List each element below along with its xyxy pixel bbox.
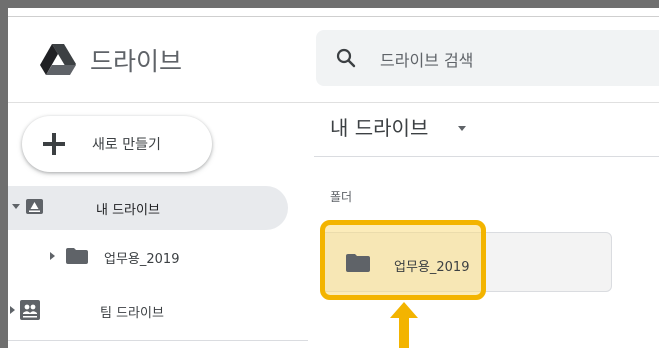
expand-caret-right-icon[interactable] (10, 306, 15, 314)
new-button[interactable]: 새로 만들기 (22, 116, 212, 172)
app-title: 드라이브 (90, 47, 183, 76)
sidebar-divider (8, 340, 308, 341)
header: 드라이브 드라이브 검색 (8, 8, 659, 103)
sidebar-item-label: 팀 드라이브 (100, 306, 164, 321)
plus-icon (43, 133, 65, 155)
my-drive-icon (26, 199, 43, 214)
folder-icon (66, 248, 88, 264)
expand-caret-right-icon[interactable] (50, 252, 55, 260)
folder-icon (346, 254, 370, 272)
search-input[interactable]: 드라이브 검색 (380, 47, 473, 71)
expand-caret-down-icon[interactable] (12, 204, 20, 209)
sidebar-item-team-drives[interactable]: 팀 드라이브 (8, 288, 288, 332)
drive-window: 드라이브 드라이브 검색 새로 만들기 내 드라이브 업무용_2019 팀 드라… (8, 8, 659, 348)
main-divider (314, 156, 659, 157)
breadcrumb[interactable]: 내 드라이브 (330, 112, 428, 141)
search-bar[interactable]: 드라이브 검색 (316, 30, 659, 86)
breadcrumb-dropdown-icon[interactable] (458, 126, 466, 131)
google-drive-logo-icon[interactable] (40, 44, 76, 76)
team-drive-icon (20, 300, 40, 320)
section-label-folders: 폴더 (330, 190, 353, 204)
search-icon[interactable] (336, 48, 356, 68)
header-divider (8, 16, 659, 17)
sidebar-item-work-folder[interactable]: 업무용_2019 (8, 236, 288, 276)
folder-card-label: 업무용_2019 (394, 260, 470, 275)
arrow-up-icon (390, 302, 418, 348)
sidebar-item-label: 업무용_2019 (104, 252, 180, 267)
new-button-label: 새로 만들기 (92, 137, 161, 153)
sidebar-item-label: 내 드라이브 (96, 203, 160, 218)
sidebar-item-my-drive[interactable]: 내 드라이브 (8, 186, 288, 230)
